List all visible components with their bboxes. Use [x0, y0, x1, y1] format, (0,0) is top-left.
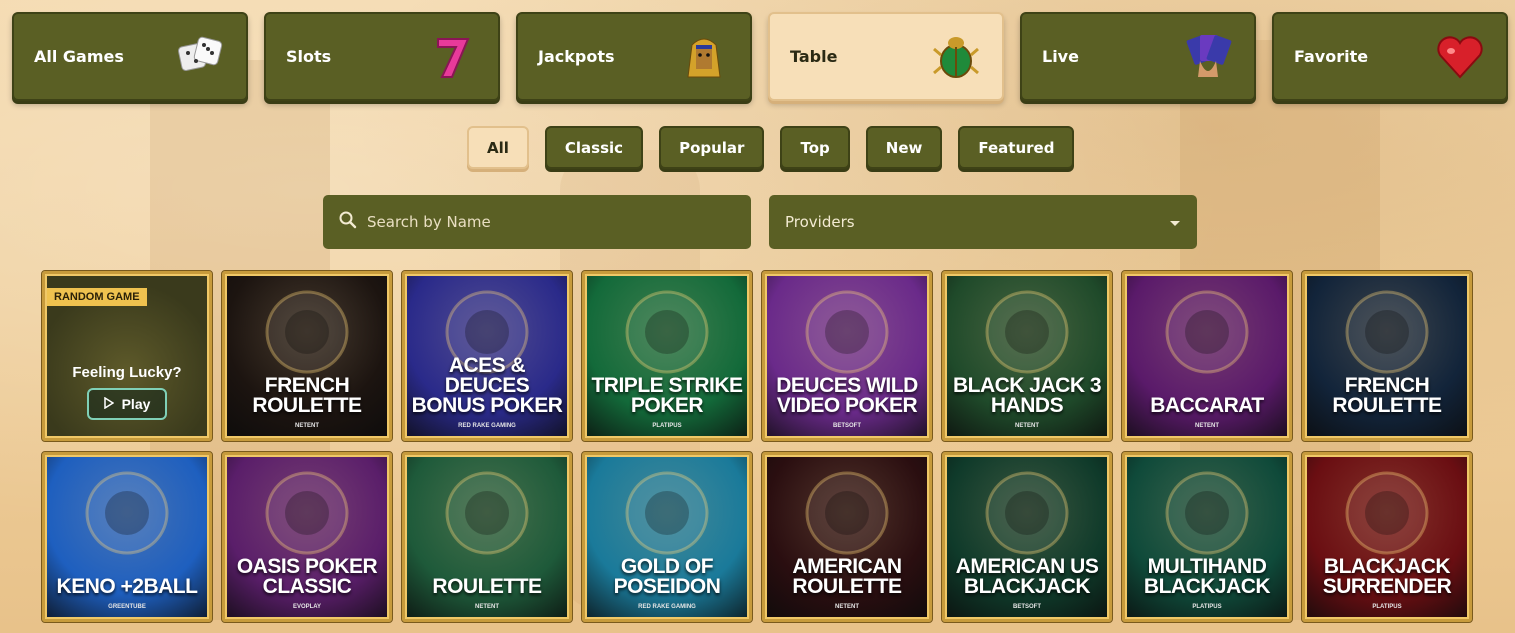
seven-icon	[426, 31, 478, 83]
game-tile[interactable]: MULTIHAND BLACKJACK PLATIPUS	[1121, 451, 1293, 623]
game-provider: BETSOFT	[833, 423, 861, 429]
game-provider: NETENT	[475, 604, 499, 610]
game-tile[interactable]: GOLD OF POSEIDON RED RAKE GAMING	[581, 451, 753, 623]
cards-hand-icon	[1182, 31, 1234, 83]
search-icon	[339, 211, 357, 233]
random-game-badge: RANDOM GAME	[47, 288, 147, 306]
feeling-lucky-text: Feeling Lucky?	[72, 364, 182, 381]
chevron-down-icon	[1169, 213, 1181, 232]
filter-new[interactable]: New	[865, 126, 943, 169]
category-label: Favorite	[1294, 47, 1369, 66]
category-label: Jackpots	[538, 47, 615, 66]
game-title: ROULETTE	[432, 575, 542, 598]
heart-icon	[1434, 31, 1486, 83]
game-title: BLACKJACK SURRENDER	[1322, 555, 1452, 598]
game-title: AMERICAN US BLACKJACK	[955, 555, 1099, 598]
game-provider: EVOPLAY	[292, 604, 322, 610]
filter-all[interactable]: All	[467, 126, 529, 169]
game-provider: PLATIPUS	[1192, 604, 1222, 610]
game-title: TRIPLE STRIKE POKER	[591, 374, 743, 417]
game-tile[interactable]: BLACK JACK 3 HANDS NETENT	[941, 270, 1113, 442]
game-provider: GREENTUBE	[108, 604, 146, 610]
category-table[interactable]: Table	[768, 12, 1004, 101]
game-title: FRENCH ROULETTE	[252, 374, 362, 417]
play-button[interactable]: Play	[87, 388, 167, 420]
providers-label: Providers	[785, 213, 855, 231]
game-tile[interactable]: FRENCH ROULETTE NETENT	[221, 270, 393, 442]
play-label: Play	[121, 396, 151, 412]
category-live[interactable]: Live	[1020, 12, 1256, 101]
game-title: OASIS POKER CLASSIC	[236, 555, 378, 598]
filter-classic[interactable]: Classic	[544, 126, 644, 169]
game-title: AMERICAN ROULETTE	[792, 555, 902, 598]
search-input[interactable]	[367, 213, 727, 231]
filter-popular[interactable]: Popular	[659, 126, 765, 169]
game-tile[interactable]: ACES & DEUCES BONUS POKER RED RAKE GAMING	[401, 270, 573, 442]
category-label: Slots	[286, 47, 332, 66]
game-provider: RED RAKE GAMING	[458, 423, 516, 429]
game-title: KENO +2BALL	[56, 575, 198, 598]
game-tile[interactable]: BACCARAT NETENT	[1121, 270, 1293, 442]
game-tile[interactable]: FRENCH ROULETTE	[1301, 270, 1473, 442]
game-title: GOLD OF POSEIDON	[613, 555, 721, 598]
game-tile[interactable]: TRIPLE STRIKE POKER PLATIPUS	[581, 270, 753, 442]
game-tile[interactable]: OASIS POKER CLASSIC EVOPLAY	[221, 451, 393, 623]
game-tile[interactable]: KENO +2BALL GREENTUBE	[41, 451, 213, 623]
game-title: ACES & DEUCES BONUS POKER	[411, 354, 563, 417]
category-all-games[interactable]: All Games	[12, 12, 248, 101]
category-label: Live	[1042, 47, 1079, 66]
category-jackpots[interactable]: Jackpots	[516, 12, 752, 101]
game-grid: RANDOM GAME Feeling Lucky? Play FRENCH R…	[41, 270, 1473, 623]
filter-top[interactable]: Top	[780, 126, 850, 169]
filter-bar: All Classic Popular Top New Featured	[467, 126, 1075, 169]
play-icon	[103, 396, 115, 412]
game-tile[interactable]: AMERICAN ROULETTE NETENT	[761, 451, 933, 623]
providers-dropdown[interactable]: Providers	[769, 195, 1197, 249]
game-title: BACCARAT	[1150, 394, 1264, 417]
category-label: All Games	[34, 47, 124, 66]
game-title: BLACK JACK 3 HANDS	[952, 374, 1102, 417]
random-game-tile[interactable]: RANDOM GAME Feeling Lucky? Play	[41, 270, 213, 442]
game-provider: NETENT	[1015, 423, 1039, 429]
game-provider: NETENT	[835, 604, 859, 610]
search-box	[323, 195, 751, 249]
game-tile[interactable]: ROULETTE NETENT	[401, 451, 573, 623]
game-provider: RED RAKE GAMING	[638, 604, 696, 610]
game-provider: PLATIPUS	[652, 423, 682, 429]
filter-featured[interactable]: Featured	[958, 126, 1075, 169]
scarab-icon	[930, 31, 982, 83]
category-slots[interactable]: Slots	[264, 12, 500, 101]
pharaoh-icon	[678, 31, 730, 83]
game-provider: NETENT	[1195, 423, 1219, 429]
game-tile[interactable]: DEUCES WILD VIDEO POKER BETSOFT	[761, 270, 933, 442]
game-provider: PLATIPUS	[1372, 604, 1402, 610]
category-bar: All Games Slots Jackpots Table Live Favo…	[12, 12, 1508, 101]
game-title: FRENCH ROULETTE	[1332, 374, 1442, 417]
dice-icon	[174, 31, 226, 83]
game-tile[interactable]: BLACKJACK SURRENDER PLATIPUS	[1301, 451, 1473, 623]
category-label: Table	[790, 47, 838, 66]
game-title: DEUCES WILD VIDEO POKER	[776, 374, 918, 417]
game-provider: NETENT	[295, 423, 319, 429]
game-title: MULTIHAND BLACKJACK	[1143, 555, 1271, 598]
game-provider: BETSOFT	[1013, 604, 1041, 610]
category-favorite[interactable]: Favorite	[1272, 12, 1508, 101]
game-tile[interactable]: AMERICAN US BLACKJACK BETSOFT	[941, 451, 1113, 623]
